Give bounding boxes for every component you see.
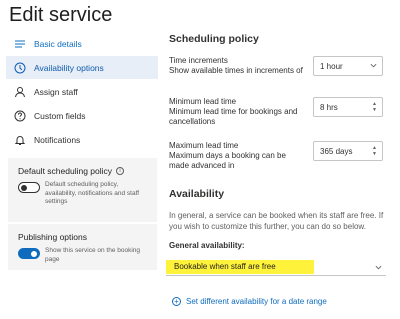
nav-item-label: Availability options <box>34 62 104 73</box>
nav-item-notifications[interactable]: Notifications <box>6 128 158 151</box>
time-increments-label: Time increments <box>169 56 228 65</box>
date-range-availability-link[interactable]: + Set different availability for a date … <box>172 297 327 306</box>
publishing-options-title: Publishing options <box>18 232 87 242</box>
person-icon <box>14 86 26 98</box>
max-lead-time-label: Maximum lead time <box>169 141 239 150</box>
nav-item-label: Notifications <box>34 134 81 145</box>
nav-item-assign-staff[interactable]: Assign staff <box>6 80 158 103</box>
general-availability-dropdown[interactable]: Bookable when staff are free <box>166 259 386 276</box>
default-policy-panel: Default scheduling policy i Default sche… <box>8 158 157 222</box>
spin-arrows-icon[interactable]: ▲ ▼ <box>372 145 377 157</box>
spin-arrows-icon[interactable]: ▲ ▼ <box>372 101 377 113</box>
date-range-link-label: Set different availability for a date ra… <box>186 297 327 306</box>
min-lead-time-row: Minimum lead time Minimum lead time for … <box>169 97 385 127</box>
chevron-down-icon <box>375 265 382 270</box>
default-policy-toggle[interactable] <box>18 182 40 193</box>
max-lead-time-row: Maximum lead time Maximum days a booking… <box>169 141 385 171</box>
general-availability-label: General availability: <box>169 241 245 250</box>
clock-icon <box>14 62 26 74</box>
time-increments-dropdown[interactable]: 1 hour <box>313 56 383 76</box>
availability-title: Availability <box>169 188 225 200</box>
min-lead-time-desc: Minimum lead time for bookings and cance… <box>169 107 298 126</box>
default-policy-toggle-text: Default scheduling policy, availability,… <box>45 181 140 205</box>
publishing-toggle-text: Show this service on the booking page <box>45 247 141 263</box>
max-lead-time-desc: Maximum days a booking can be made advan… <box>169 151 286 170</box>
min-lead-time-input[interactable]: 8 hrs ▲ ▼ <box>313 97 383 117</box>
min-lead-time-label: Minimum lead time <box>169 97 237 106</box>
default-policy-title: Default scheduling policy i <box>18 166 147 176</box>
page-title: Edit service <box>9 4 113 26</box>
chevron-down-icon <box>370 63 377 68</box>
publishing-toggle[interactable] <box>18 248 40 259</box>
nav-item-custom-fields[interactable]: Custom fields <box>6 104 158 127</box>
plus-circle-icon: + <box>172 297 181 306</box>
nav-item-label: Basic details <box>34 38 82 49</box>
nav-item-label: Custom fields <box>34 110 86 121</box>
scheduling-policy-title: Scheduling policy <box>169 33 259 45</box>
nav-item-availability-options[interactable]: Availability options <box>6 56 158 79</box>
publishing-options-panel: Publishing options Show this service on … <box>8 224 157 270</box>
list-icon <box>14 38 26 50</box>
bell-icon <box>14 134 26 146</box>
info-icon[interactable]: i <box>116 167 125 175</box>
time-increments-row: Time increments Show available times in … <box>169 56 385 76</box>
availability-description: In general, a service can be booked when… <box>169 211 384 231</box>
side-nav: Basic details Availability options Assig… <box>6 32 158 151</box>
nav-item-label: Assign staff <box>34 86 78 97</box>
general-availability-value: Bookable when staff are free <box>174 262 276 271</box>
time-increments-desc: Show available times in increments of <box>169 66 303 75</box>
question-icon <box>14 110 26 122</box>
nav-item-basic-details[interactable]: Basic details <box>6 32 158 55</box>
max-lead-time-input[interactable]: 365 days ▲ ▼ <box>313 141 383 161</box>
